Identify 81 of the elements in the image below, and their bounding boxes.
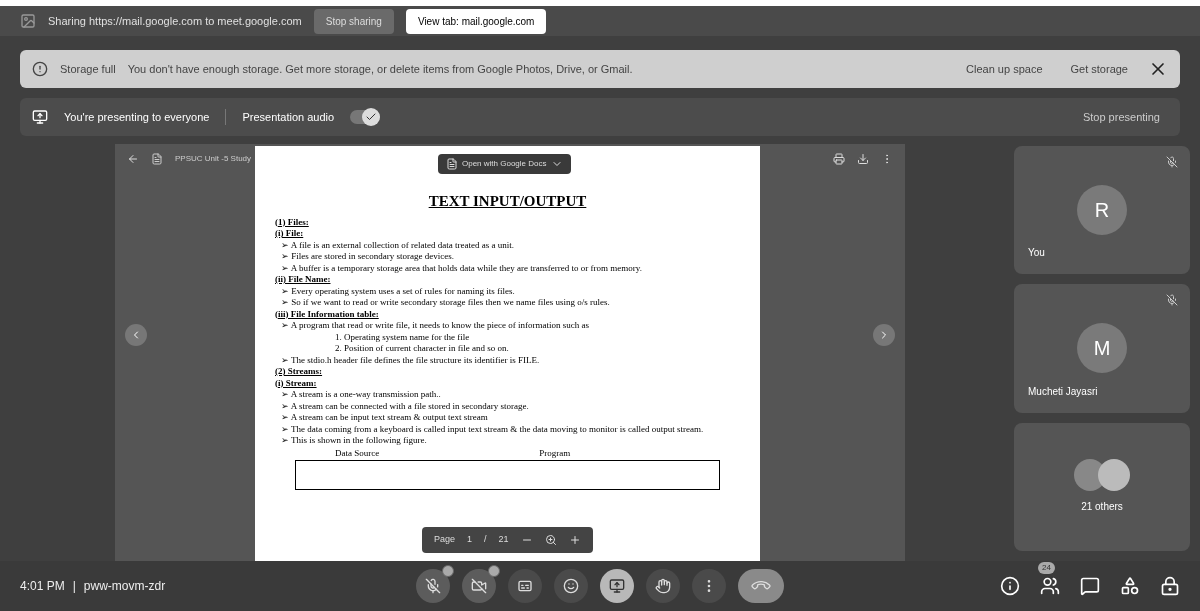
- mic-icon: [425, 578, 441, 594]
- storage-message: You don't have enough storage. Get more storage, or delete items from Google Photos, Drive, or Gmail.: [127, 61, 634, 77]
- camera-icon: [471, 578, 487, 594]
- participant-name: Mucheti Jayasri: [1028, 384, 1098, 399]
- sharing-status-text: Sharing https://mail.google.com to meet.google.com: [48, 13, 302, 29]
- file-name: PPSUC Unit -5 Study: [175, 153, 252, 165]
- open-with-docs-button[interactable]: Open with Google Docs: [438, 154, 571, 174]
- zoom-in-icon[interactable]: [568, 534, 581, 546]
- participant-name: You: [1028, 246, 1045, 261]
- check-icon: [365, 111, 378, 123]
- hand-icon: [655, 578, 671, 594]
- document-section-heading: (i) File:: [275, 228, 305, 240]
- document-bullet-text: ➢ A file is an external collection of related data treated as a unit.: [280, 239, 515, 251]
- present-icon: [609, 578, 625, 594]
- audio-toggle[interactable]: [350, 110, 381, 124]
- document-bullet-text: ➢ A stream can be connected with a file stored in secondary storage.: [280, 400, 530, 412]
- document-numbered-text: 2. Position of current character in file and so on.: [334, 343, 510, 355]
- warning-badge-icon: [442, 565, 454, 577]
- chat-icon[interactable]: [1080, 576, 1100, 596]
- banner-action-link[interactable]: Get storage: [1062, 60, 1136, 78]
- warning-badge-icon: [488, 565, 500, 577]
- file-icon: [151, 153, 163, 165]
- document-section-heading: (1) Files:: [275, 216, 310, 228]
- page-label: Page: [434, 533, 456, 547]
- document-bullet-text: ➢ Files are stored in secondary storage devices.: [280, 251, 455, 263]
- separator-text: |: [72, 578, 76, 595]
- back-icon[interactable]: [127, 153, 139, 165]
- previous-button[interactable]: [125, 324, 147, 346]
- participant-name: 21 others: [1081, 500, 1123, 515]
- emoji-icon: [563, 578, 579, 594]
- page-total: 21: [498, 533, 509, 547]
- people-count-badge: 24: [1038, 562, 1055, 574]
- meeting-code: pww-movm-zdr: [83, 578, 166, 595]
- document-section-heading: (iii) File Information table:: [275, 308, 380, 320]
- present-button[interactable]: [600, 569, 634, 603]
- document-icon: [446, 158, 458, 170]
- next-button[interactable]: [873, 324, 895, 346]
- activities-icon[interactable]: [1120, 576, 1140, 596]
- present-screen-icon: [32, 109, 48, 125]
- info-icon: [32, 61, 48, 77]
- document-bullet-text: ➢ This is shown in the following figure.: [280, 435, 428, 447]
- presentation-audio-label: Presentation audio: [242, 109, 335, 125]
- print-icon[interactable]: [833, 153, 845, 165]
- document-bullet-text: ➢ The stdio.h header file defines the file structure its identifier is FILE.: [280, 354, 541, 366]
- banner-action-link[interactable]: Clean up space: [958, 60, 1051, 78]
- document-bullet-text: ➢ A buffer is a temporary storage area that holds data while they are transferred to or from memory.: [280, 262, 643, 274]
- document-bullet-text: ➢ A program that read or write file, it needs to know the piece of information such as: [280, 320, 590, 332]
- document-section-heading: (i) Stream:: [275, 377, 318, 389]
- document-bullet-text: ➢ So if we want to read or write secondary storage files then we name files using o/s rules.: [280, 297, 611, 309]
- avatar-initial: M: [1077, 323, 1127, 374]
- view-tab-button[interactable]: View tab: mail.google.com: [405, 8, 547, 34]
- storage-title: Storage full: [60, 61, 116, 77]
- people-icon[interactable]: [1040, 576, 1060, 596]
- document-numbered-text: 1. Operating system name for the file: [334, 331, 471, 343]
- raise-hand-button[interactable]: [646, 569, 680, 603]
- figure-label: Program: [539, 446, 571, 460]
- document-bullet-text: ➢ The data coming from a keyboard is called input text stream & the data moving to monitor is called output stream.: [280, 423, 705, 435]
- zoom-icon[interactable]: [544, 534, 557, 546]
- clock-time: 4:01 PM: [20, 578, 65, 595]
- document-section-heading: (ii) File Name:: [275, 274, 332, 286]
- emoji-button[interactable]: [554, 569, 588, 603]
- document-section-heading: (2) Streams:: [275, 366, 324, 378]
- download-icon[interactable]: [857, 153, 869, 165]
- end-call-button[interactable]: [738, 569, 784, 603]
- image-icon: [20, 13, 36, 29]
- lock-icon[interactable]: [1160, 576, 1180, 596]
- avatar-initial: R: [1077, 185, 1127, 236]
- stop-presenting-button[interactable]: Stop presenting: [1074, 108, 1168, 126]
- page-separator: /: [484, 533, 487, 547]
- presenting-status-text: You're presenting to everyone: [64, 109, 210, 125]
- figure-label: Data Source: [335, 446, 380, 460]
- document-heading: TEXT INPUT/OUTPUT: [427, 192, 588, 211]
- stop-sharing-button[interactable]: Stop sharing: [313, 8, 394, 34]
- document-bullet-text: ➢ A stream can be input text stream & output text stream: [280, 412, 489, 424]
- info-icon[interactable]: [1000, 576, 1020, 596]
- captions-icon: [517, 578, 533, 594]
- page-number: 1: [467, 533, 473, 547]
- captions-button[interactable]: [508, 569, 542, 603]
- avatar-group-icon: [1074, 459, 1130, 492]
- document-bullet-text: ➢ Every operating system uses a set of rules for naming its files.: [280, 285, 516, 297]
- document-bullet-text: ➢ A stream is a one-way transmission path..: [280, 389, 442, 401]
